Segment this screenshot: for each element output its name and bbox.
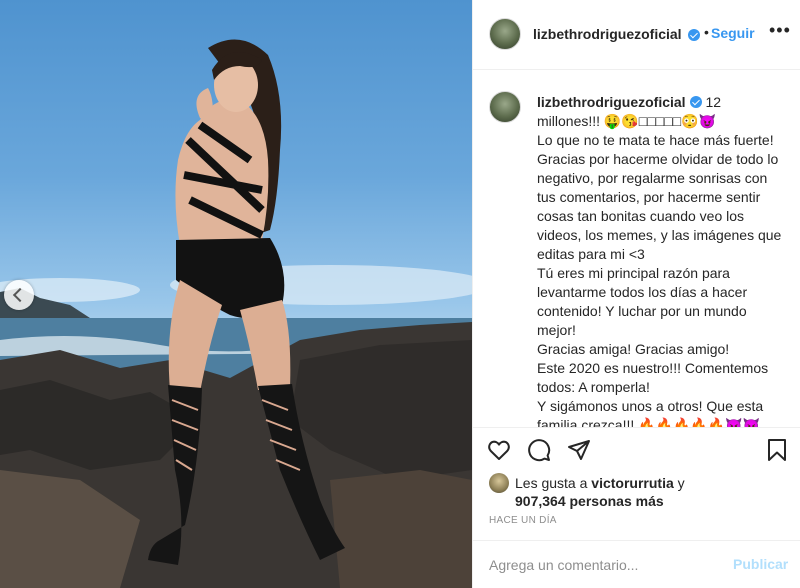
more-options-icon[interactable]: ••• — [769, 20, 791, 41]
avatar[interactable] — [489, 18, 521, 50]
post-caption: lizbethrodriguezoficial 12 millones!!! 🤑… — [537, 93, 789, 427]
caption-count: 12 — [705, 94, 722, 110]
comment-bar: Publicar — [473, 540, 800, 588]
caption-verified-icon — [689, 96, 702, 108]
caption-avatar[interactable] — [489, 91, 521, 123]
verified-icon — [688, 29, 700, 41]
likes-summary: Les gusta a victorurrutia y 907,364 pers… — [473, 471, 800, 509]
action-bar — [473, 427, 800, 471]
username-link[interactable]: lizbethrodriguezoficial — [533, 26, 682, 42]
separator-dot: • — [704, 24, 709, 40]
publish-button[interactable]: Publicar — [733, 556, 788, 572]
follow-button[interactable]: Seguir — [711, 25, 755, 41]
comment-input[interactable] — [489, 555, 729, 575]
post-header: lizbethrodriguezoficial • Seguir ••• — [473, 0, 800, 70]
share-icon[interactable] — [567, 438, 591, 462]
photo-illustration — [0, 39, 472, 588]
caption-text: millones!!! 🤑😘□□□□□😳😈 Lo que no te mata … — [537, 113, 782, 427]
liker-avatar[interactable] — [489, 473, 509, 493]
likes-prefix: Les gusta a — [515, 475, 588, 491]
likes-suffix: y — [677, 475, 685, 491]
post-side-panel: lizbethrodriguezoficial • Seguir ••• liz… — [472, 0, 800, 588]
likes-line: Les gusta a victorurrutia y — [515, 475, 685, 491]
carousel-prev-button[interactable] — [4, 280, 34, 310]
post-timestamp[interactable]: HACE UN DÍA — [489, 515, 557, 526]
bookmark-icon[interactable] — [765, 438, 789, 462]
caption-scroll-area[interactable]: lizbethrodriguezoficial 12 millones!!! 🤑… — [473, 71, 800, 427]
heart-icon[interactable] — [487, 438, 511, 462]
likes-count-link[interactable]: 907,364 personas más — [515, 493, 664, 509]
comment-icon[interactable] — [527, 438, 551, 462]
post-photo[interactable] — [0, 0, 472, 588]
caption-username-link[interactable]: lizbethrodriguezoficial — [537, 94, 686, 110]
liker-username-link[interactable]: victorurrutia — [591, 475, 673, 491]
